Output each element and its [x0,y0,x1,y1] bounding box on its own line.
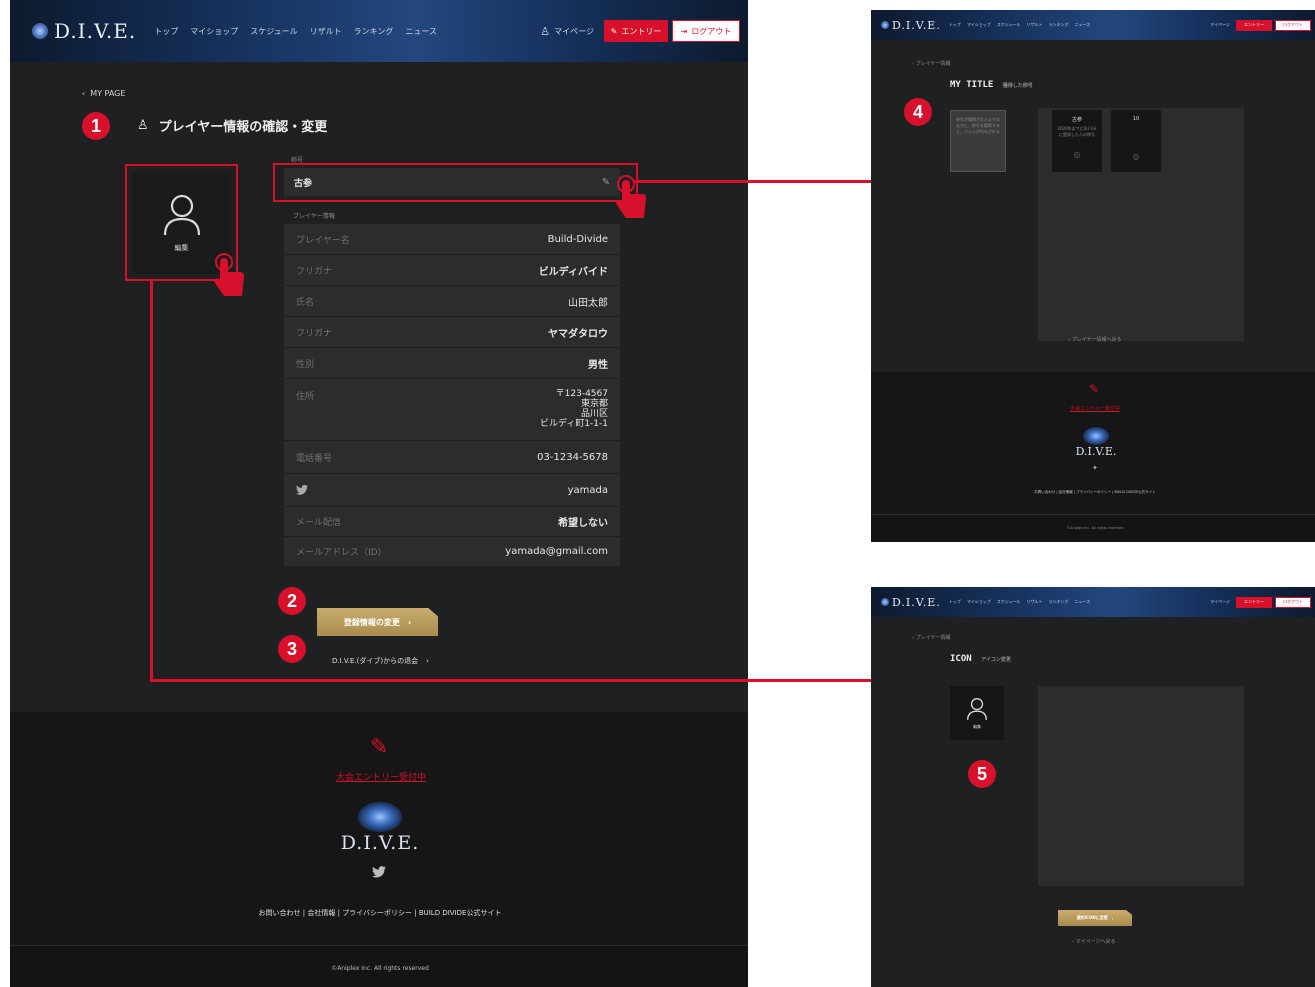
withdraw-link[interactable]: D.I.V.E.(ダイブ)からの退会 › [332,656,429,666]
header-bar: D.I.V.E. トップ マイショップ スケジュール リザルト ランキング ニュ… [10,0,748,62]
footer-pen-icon: ✎ [370,735,389,760]
title-card-kosan[interactable]: 古参 2020年までにD.I.V.Eに登録した人の称号 ◎ [1052,110,1102,172]
select-icon-button[interactable]: 選択ICONに変更 › [1058,910,1132,926]
info-row-twitter: yamada [284,474,620,507]
connector-icon-v [150,281,153,682]
chevron-left-icon: ‹ [82,89,86,98]
avatar-user-icon [967,697,987,720]
connector-title-h [633,180,898,183]
chevron-right-icon: › [426,657,429,665]
icon-back-link[interactable]: ‹ プレイヤー情報 [912,634,950,641]
info-row-address: 住所 〒123-4567 東京都 品川区 ビルディ町1-1-1 [284,379,620,441]
twitter-icon[interactable] [372,866,386,878]
annotation-5: 5 [968,760,996,788]
player-info-label: プレイヤー情報 [293,213,335,220]
chevron-right-icon: › [407,617,412,627]
global-nav: トップ マイショップ スケジュール リザルト ランキング ニュース [948,599,1091,604]
footer-pen-icon: ✎ [1089,382,1100,396]
pen-icon: ✎ [610,26,618,36]
entry-button[interactable]: エントリー [1236,596,1272,608]
nav-top[interactable]: トップ [154,26,178,37]
title-back-link[interactable]: ‹ プレイヤー情報 [912,60,950,67]
title-field[interactable]: 古参 ✎ [284,168,620,196]
global-nav: トップ マイショップ スケジュール リザルト ランキング ニュース [948,22,1091,27]
entry-button[interactable]: エントリー [1236,19,1272,31]
twitter-icon [296,485,308,495]
icon-grid [1038,686,1244,886]
nav-schedule[interactable]: スケジュール [250,26,297,37]
footer-entry-link[interactable]: 大会エントリー受付中 [1055,405,1135,412]
info-row-phone: 電話番号 03-1234-5678 [284,441,620,474]
info-row-gender: 性別 男性 [284,348,620,379]
icon-avatar[interactable]: 編集 [950,686,1004,740]
avatar-edit-label: 編集 [174,243,189,252]
title-card-10[interactable]: 10 ◎ [1111,110,1161,172]
title-screen-header: D.I.V.E. トップ マイショップ スケジュール リザルト ランキング ニュ… [871,10,1315,40]
copyright: ©Aniplex Inc. All rights reserved [331,965,429,972]
site-logo[interactable]: D.I.V.E. [32,19,136,43]
footer-logo[interactable]: D.I.V.E. [330,792,430,854]
mypage-link[interactable]: ♙ マイページ [540,25,594,38]
page-title: ♙ プレイヤー情報の確認・変更 [137,118,328,135]
logout-button[interactable]: ログアウト [1275,19,1311,31]
back-link[interactable]: ‹ MY PAGE [82,89,125,98]
avatar-user-icon [163,194,200,235]
user-icon: ♙ [540,24,551,38]
check-icon: ◎ [1073,150,1081,159]
tap-hand-icon [214,253,244,296]
logo-emblem-icon [358,802,402,832]
annotation-2: 2 [278,587,306,615]
site-logo[interactable]: D.I.V.E. [881,19,941,32]
twitter-icon[interactable]: ✦ [1092,464,1098,472]
user-icon: ♙ [137,118,149,133]
footer-links[interactable]: お問い合わせ | 会社情報 | プライバシーポリシー | BUILD DIVID… [180,908,580,918]
logout-icon: ⇥ [680,26,688,36]
mypage-link[interactable]: マイページ [1210,599,1230,605]
nav-myshop[interactable]: マイショップ [190,26,238,37]
info-row-email: メールアドレス（ID） yamada@gmail.com [284,537,620,567]
nav-result[interactable]: リザルト [310,26,342,37]
info-row-mail-delivery: メール配信 希望しない [284,507,620,537]
logo-mark-icon [881,21,889,29]
info-row-player-name: プレイヤー名 Build-Divide [284,224,620,255]
check-icon: ◎ [1132,152,1140,161]
logo-emblem-icon [1083,427,1109,445]
annotation-1: 1 [82,112,110,140]
title-heading: MY TITLE 獲得した称号 [950,80,1033,90]
title-value: 古参 [294,178,313,189]
logo-mark-icon [881,598,889,606]
info-row-kana: フリガナ ビルディバイド [284,255,620,286]
global-nav: トップ マイショップ スケジュール リザルト ランキング ニュース [154,26,437,37]
info-row-name-kana: フリガナ ヤマダタロウ [284,317,620,348]
nav-news[interactable]: ニュース [405,26,437,37]
title-back-bottom[interactable]: ‹ プレイヤー情報へ戻る [1068,336,1121,343]
logo-mark-icon [32,23,48,39]
footer-links[interactable]: お問い合わせ | 会社情報 | プライバシーポリシー | BUILD DIVID… [1000,490,1190,495]
footer-logo[interactable]: D.I.V.E. [1066,418,1126,458]
footer-entry-link[interactable]: 大会エントリー受付中 [331,770,431,783]
logout-button[interactable]: ログアウト [1275,596,1311,608]
mypage-link[interactable]: マイページ [1210,22,1230,28]
change-info-button[interactable]: 登録情報の変更 › [317,608,438,636]
annotation-3: 3 [278,635,306,663]
connector-icon-h [150,679,898,682]
info-row-name: 氏名 山田太郎 [284,286,620,317]
icon-back-bottom[interactable]: ‹ マイページへ戻る [1072,938,1116,945]
site-logo[interactable]: D.I.V.E. [881,596,941,609]
title-card-info: 称号が獲得されたまでのなかに、称号を獲得すると、バッジが付与される [950,110,1006,172]
nav-ranking[interactable]: ランキング [354,26,394,37]
chevron-right-icon: › [1111,915,1114,921]
icon-screen-header: D.I.V.E. トップ マイショップ スケジュール リザルト ランキング ニュ… [871,587,1315,617]
pencil-icon[interactable]: ✎ [602,177,610,188]
annotation-4: 4 [904,98,932,126]
logout-button[interactable]: ⇥ ログアウト [672,20,740,42]
copyright: ©Aniplex Inc. All rights reserved [1066,526,1124,530]
icon-heading: ICON アイコン変更 [950,654,1011,664]
entry-button[interactable]: ✎ エントリー [604,20,668,42]
